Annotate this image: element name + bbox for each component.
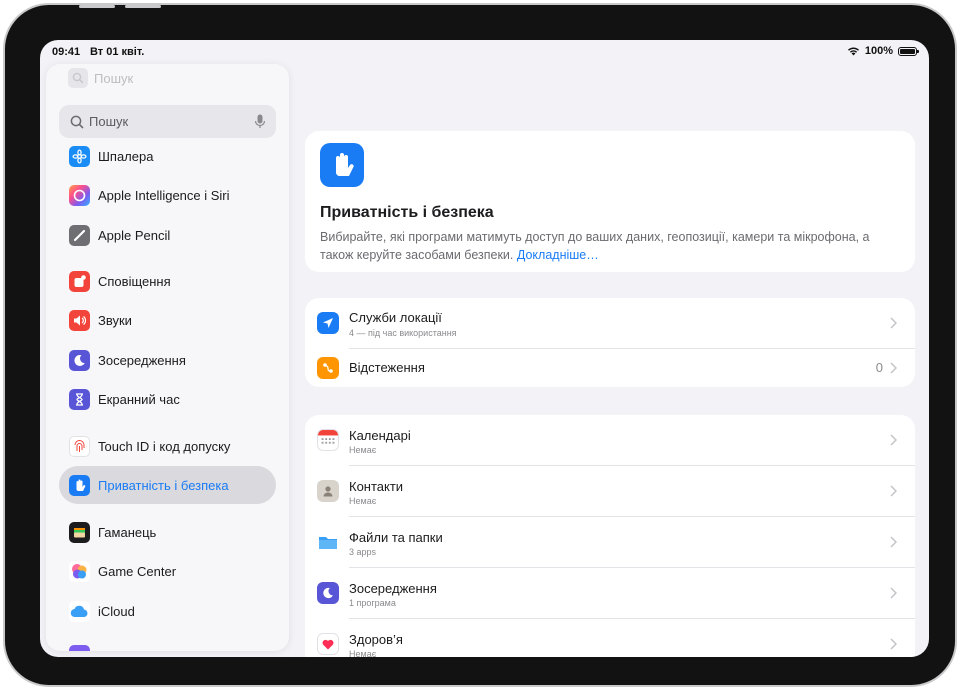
tracking-row[interactable]: Відстеження 0 [317, 343, 901, 393]
sidebar-item-focus[interactable]: Зосередження [59, 341, 276, 379]
sidebar-item-label: Apple Intelligence і Siri [98, 187, 230, 203]
chevron-right-icon [890, 317, 897, 329]
row-title: Відстеження [349, 360, 425, 375]
icloud-icon [69, 600, 90, 622]
microphone-icon[interactable] [254, 114, 266, 129]
privacy-hand-icon [320, 143, 364, 187]
row-title: Файли та папки [349, 530, 443, 545]
focus-moon-icon [69, 349, 90, 371]
battery-percent: 100% [864, 45, 893, 57]
folder-icon [317, 531, 339, 553]
fingerprint-icon [69, 435, 90, 457]
sidebar-item-label: Apple Pencil [98, 227, 171, 243]
hourglass-icon [69, 388, 90, 410]
sidebar-item-privacy[interactable]: Приватність і безпека [59, 466, 276, 504]
ghost-search: Пошук [68, 68, 133, 88]
pencil-icon [69, 224, 90, 246]
app-permissions-group: Календарі Немає Контакти Немає Файли та … [305, 415, 915, 657]
search-icon [70, 115, 84, 129]
row-title: Зосередження [349, 581, 437, 596]
sidebar: Пошук Пошук Шпалера Apple Intelligence і… [46, 64, 289, 651]
top-button [79, 5, 115, 8]
row-subtitle: 1 програма [349, 598, 396, 608]
ipad-frame: 09:41 Вт 01 квіт. 100% Пошук Пошук Шпале… [3, 3, 957, 687]
privacy-header-card: Приватність і безпека Вибирайте, які про… [305, 131, 915, 272]
row-value: 0 [875, 360, 883, 375]
row-subtitle: 4 — під час використання [349, 328, 457, 338]
search-placeholder: Пошук [89, 114, 129, 129]
contacts-icon [317, 480, 339, 502]
focus-moon-icon [317, 582, 339, 604]
status-bar: 09:41 Вт 01 квіт. 100% [40, 40, 929, 64]
chevron-right-icon [890, 434, 897, 446]
sidebar-item-sounds[interactable]: Звуки [59, 301, 276, 339]
row-title: Календарі [349, 428, 411, 443]
sidebar-item-wallpaper[interactable]: Шпалера [59, 137, 276, 175]
sidebar-item-wallet[interactable]: Гаманець [59, 513, 276, 551]
location-services-row[interactable]: Служби локації 4 — під час використання [317, 298, 901, 348]
sidebar-item-apple-intelligence[interactable]: Apple Intelligence і Siri [59, 176, 276, 214]
sounds-icon [69, 309, 90, 331]
row-subtitle: Немає [349, 445, 377, 455]
sidebar-item-label: Екранний час [98, 391, 180, 407]
wifi-icon [847, 47, 859, 56]
page-title: Приватність і безпека [320, 204, 494, 221]
wallet-icon [69, 521, 90, 543]
app-icon-partial [69, 645, 90, 651]
chevron-right-icon [890, 485, 897, 497]
battery-icon [898, 46, 919, 56]
location-tracking-group: Служби локації 4 — під час використання … [305, 298, 915, 387]
sidebar-item-label: Шпалера [98, 148, 154, 164]
sidebar-item-screen-time[interactable]: Екранний час [59, 380, 276, 418]
row-title: Контакти [349, 479, 404, 494]
wallpaper-icon [69, 145, 90, 167]
privacy-hand-icon [69, 474, 90, 496]
search-field[interactable]: Пошук [59, 105, 276, 138]
sidebar-item-apple-pencil[interactable]: Apple Pencil [59, 216, 276, 254]
sidebar-item-label: Сповіщення [98, 273, 171, 289]
learn-more-link[interactable]: Докладніше… [517, 248, 599, 262]
sidebar-item-label: Touch ID і код допуску [98, 438, 231, 454]
screen: 09:41 Вт 01 квіт. 100% Пошук Пошук Шпале… [40, 40, 929, 657]
status-date: Вт 01 квіт. [90, 46, 145, 58]
sidebar-item-label: Зосередження [98, 352, 186, 368]
top-button [125, 5, 161, 8]
calendar-icon [317, 429, 339, 451]
sidebar-item-icloud[interactable]: iCloud [59, 592, 276, 630]
game-center-icon [69, 560, 90, 582]
search-icon [68, 68, 88, 88]
chevron-right-icon [890, 638, 897, 650]
files-folders-row[interactable]: Файли та папки 3 apps [317, 517, 901, 567]
chevron-right-icon [890, 587, 897, 599]
sidebar-item-label: Звуки [98, 312, 132, 328]
health-row[interactable]: Здоров’я Немає [317, 619, 901, 657]
sidebar-item-label: iCloud [98, 603, 135, 619]
sidebar-item-label: Гаманець [98, 524, 157, 540]
sidebar-item-label: Приватність і безпека [98, 477, 229, 493]
page-description: Вибирайте, які програми матимуть доступ … [320, 228, 890, 264]
row-subtitle: 3 apps [349, 547, 377, 557]
calendars-row[interactable]: Календарі Немає [317, 415, 901, 465]
sidebar-item-game-center[interactable]: Game Center [59, 552, 276, 590]
chevron-right-icon [890, 536, 897, 548]
ghost-search-label: Пошук [94, 70, 134, 86]
sidebar-item-touch-id[interactable]: Touch ID і код допуску [59, 427, 276, 465]
sidebar-item-label: Game Center [98, 563, 177, 579]
health-heart-icon [317, 633, 339, 655]
notifications-icon [69, 270, 90, 292]
row-subtitle: Немає [349, 649, 377, 657]
apple-intelligence-icon [69, 184, 90, 206]
location-arrow-icon [317, 312, 339, 334]
status-time: 09:41 [52, 46, 81, 58]
contacts-row[interactable]: Контакти Немає [317, 466, 901, 516]
sidebar-item-notifications[interactable]: Сповіщення [59, 262, 276, 300]
tracking-icon [317, 357, 339, 379]
chevron-right-icon [890, 362, 897, 374]
row-title: Здоров’я [349, 632, 403, 647]
focus-row[interactable]: Зосередження 1 програма [317, 568, 901, 618]
row-title: Служби локації [349, 310, 442, 325]
row-subtitle: Немає [349, 496, 377, 506]
